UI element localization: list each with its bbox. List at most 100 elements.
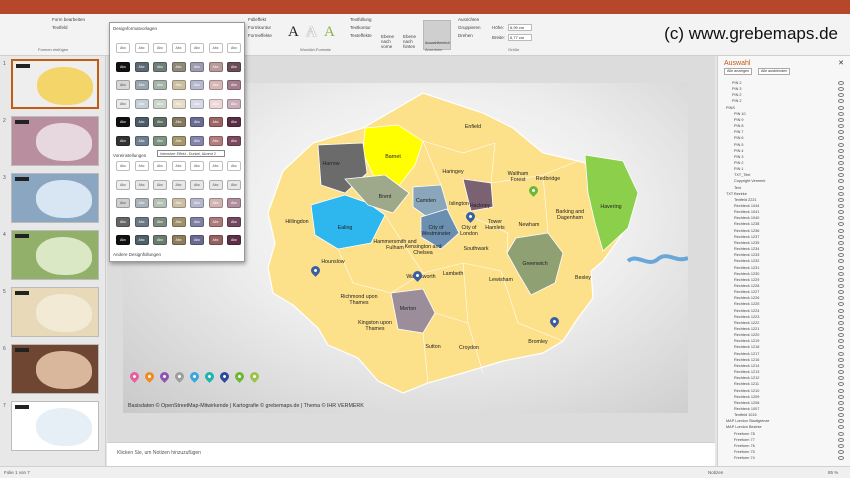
preset-style-swatch[interactable]: Abc [134, 198, 149, 208]
preset-style-swatch[interactable]: Abc [171, 161, 186, 171]
visibility-eye-icon[interactable] [838, 81, 844, 85]
visibility-eye-icon[interactable] [838, 93, 844, 98]
edit-shape-button[interactable]: Form bearbeiten [52, 17, 85, 22]
visibility-eye-icon[interactable] [838, 333, 844, 338]
visibility-eye-icon[interactable] [838, 308, 844, 313]
visibility-eye-icon[interactable] [838, 443, 844, 448]
visibility-eye-icon[interactable] [838, 142, 844, 147]
visibility-eye-icon[interactable] [838, 167, 844, 172]
theme-style-swatch[interactable]: Abc [208, 98, 223, 109]
visibility-eye-icon[interactable] [838, 419, 844, 424]
theme-style-swatch[interactable]: Abc [153, 80, 167, 90]
theme-style-swatch[interactable]: Abc [208, 80, 223, 90]
visibility-eye-icon[interactable] [838, 345, 844, 350]
other-theme-fills-link[interactable]: Andere Designfüllungen [113, 252, 161, 257]
visibility-eye-icon[interactable] [838, 376, 844, 381]
theme-style-swatch[interactable]: Abc [116, 61, 130, 72]
width-input[interactable]: 6,77 cm [508, 34, 532, 41]
theme-style-swatch[interactable]: Abc [208, 43, 223, 53]
visibility-eye-icon[interactable] [838, 370, 844, 375]
visibility-eye-icon[interactable] [838, 296, 844, 301]
theme-style-swatch[interactable]: Abc [153, 98, 167, 109]
theme-style-swatch[interactable]: Abc [227, 80, 241, 90]
visibility-eye-icon[interactable] [838, 253, 844, 258]
preset-style-swatch[interactable]: Abc [208, 161, 223, 171]
theme-style-swatch[interactable]: Abc [134, 43, 149, 53]
theme-style-swatch[interactable]: Abc [190, 135, 204, 146]
preset-style-swatch[interactable]: Abc [116, 198, 130, 208]
theme-style-swatch[interactable]: Abc [153, 61, 167, 72]
theme-style-swatch[interactable]: Abc [171, 98, 186, 109]
visibility-eye-icon[interactable] [838, 130, 844, 135]
london-boundary[interactable] [267, 92, 636, 394]
theme-style-swatch[interactable]: Abc [116, 135, 130, 146]
preset-style-swatch[interactable]: Abc [171, 198, 186, 208]
preset-style-swatch[interactable]: Abc [171, 179, 186, 190]
visibility-eye-icon[interactable] [838, 339, 844, 344]
layer-item[interactable]: Freeform 74 [724, 455, 844, 461]
slide-thumbnail[interactable] [11, 344, 99, 394]
hide-all-button[interactable]: Alle ausblenden [758, 68, 791, 75]
theme-style-swatch[interactable]: Abc [190, 117, 204, 127]
visibility-eye-icon[interactable] [838, 388, 844, 393]
preset-style-swatch[interactable]: Abc [116, 179, 130, 190]
theme-style-swatch[interactable]: Abc [153, 43, 167, 53]
wordart-style-outline[interactable]: A [306, 24, 317, 41]
theme-style-swatch[interactable]: Abc [227, 61, 241, 72]
theme-style-swatch[interactable]: Abc [190, 61, 204, 72]
visibility-eye-icon[interactable] [838, 431, 844, 436]
send-backward-button[interactable]: Ebene nach hinten [403, 34, 423, 49]
theme-style-swatch[interactable]: Abc [227, 43, 241, 53]
preset-style-swatch[interactable]: Abc [190, 198, 204, 208]
visibility-eye-icon[interactable] [838, 363, 844, 368]
theme-style-swatch[interactable]: Abc [171, 80, 186, 90]
theme-style-swatch[interactable]: Abc [153, 135, 167, 146]
visibility-eye-icon[interactable] [838, 265, 844, 270]
visibility-eye-icon[interactable] [838, 413, 844, 418]
theme-style-swatch[interactable]: Abc [153, 117, 167, 127]
visibility-eye-icon[interactable] [838, 216, 844, 221]
visibility-eye-icon[interactable] [838, 179, 844, 184]
theme-style-swatch[interactable]: Abc [227, 117, 241, 127]
preset-style-swatch[interactable]: Abc [227, 216, 241, 227]
visibility-eye-icon[interactable] [838, 327, 844, 331]
preset-style-swatch[interactable]: Abc [227, 161, 241, 171]
visibility-eye-icon[interactable] [838, 259, 844, 264]
visibility-eye-icon[interactable] [838, 185, 844, 190]
visibility-eye-icon[interactable] [838, 320, 844, 325]
notes-pane[interactable]: Klicken Sie, um Notizen hinzuzufügen [107, 442, 715, 466]
theme-style-swatch[interactable]: Abc [116, 43, 130, 53]
textfield-button[interactable]: Textfeld [52, 25, 68, 30]
visibility-eye-icon[interactable] [838, 314, 844, 319]
preset-style-swatch[interactable]: Abc [153, 179, 167, 190]
visibility-eye-icon[interactable] [838, 105, 844, 110]
preset-style-swatch[interactable]: Abc [190, 235, 204, 245]
visibility-eye-icon[interactable] [838, 210, 844, 215]
preset-style-swatch[interactable]: Abc [190, 179, 204, 190]
preset-style-swatch[interactable]: Abc [208, 198, 223, 208]
slide-thumbnail[interactable] [11, 59, 99, 109]
visibility-eye-icon[interactable] [838, 290, 844, 295]
visibility-eye-icon[interactable] [838, 222, 844, 227]
visibility-eye-icon[interactable] [838, 351, 844, 356]
visibility-eye-icon[interactable] [838, 456, 844, 461]
preset-style-swatch[interactable]: Abc [153, 235, 167, 245]
visibility-eye-icon[interactable] [838, 234, 844, 239]
group-button[interactable]: Gruppieren [458, 25, 481, 30]
preset-style-swatch[interactable]: Abc [190, 216, 204, 227]
close-icon[interactable]: ✕ [838, 59, 844, 67]
visibility-eye-icon[interactable] [838, 302, 844, 307]
visibility-eye-icon[interactable] [838, 99, 844, 104]
theme-style-swatch[interactable]: Abc [171, 135, 186, 146]
slide-thumbnail[interactable] [11, 230, 99, 280]
preset-style-swatch[interactable]: Abc [134, 179, 149, 190]
preset-style-swatch[interactable]: Abc [116, 216, 130, 227]
theme-style-swatch[interactable]: Abc [227, 98, 241, 109]
theme-style-swatch[interactable]: Abc [190, 98, 204, 109]
show-all-button[interactable]: Alle anzeigen [724, 68, 753, 75]
preset-style-swatch[interactable]: Abc [190, 161, 204, 171]
visibility-eye-icon[interactable] [838, 437, 844, 442]
notes-toggle-button[interactable]: Notizen [708, 470, 723, 475]
theme-style-swatch[interactable]: Abc [171, 43, 186, 53]
selection-pane-button[interactable]: Auswahlbereich [423, 20, 451, 50]
